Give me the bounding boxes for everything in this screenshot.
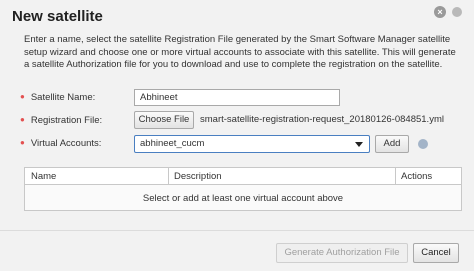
virtual-accounts-selected: abhineet_cucm bbox=[140, 138, 205, 149]
table-header: Name Description Actions bbox=[25, 168, 461, 185]
virtual-accounts-select[interactable]: abhineet_cucm bbox=[134, 135, 370, 153]
required-marker: ● bbox=[20, 115, 25, 124]
column-header-name[interactable]: Name bbox=[31, 171, 56, 182]
satellite-name-label: ● Satellite Name: bbox=[20, 92, 95, 103]
header-help-icon[interactable] bbox=[452, 7, 462, 17]
dialog-header: New satellite × bbox=[0, 0, 474, 30]
column-divider bbox=[395, 168, 396, 185]
registration-file-label: ● Registration File: bbox=[20, 115, 102, 126]
required-marker: ● bbox=[20, 138, 25, 147]
dialog-title: New satellite bbox=[12, 8, 103, 25]
description-line: a satellite Authorization file for you t… bbox=[24, 59, 443, 70]
virtual-accounts-table: Name Description Actions Select or add a… bbox=[24, 167, 462, 211]
help-icon[interactable] bbox=[418, 139, 428, 149]
satellite-name-input[interactable]: Abhineet bbox=[134, 89, 340, 106]
virtual-accounts-label-text: Virtual Accounts: bbox=[30, 138, 102, 149]
cancel-button[interactable]: Cancel bbox=[413, 243, 459, 263]
virtual-accounts-label: ● Virtual Accounts: bbox=[20, 138, 101, 149]
add-button[interactable]: Add bbox=[375, 135, 409, 153]
column-divider bbox=[168, 168, 169, 185]
column-header-actions[interactable]: Actions bbox=[401, 171, 432, 182]
required-marker: ● bbox=[20, 92, 25, 101]
selected-file-name: smart-satellite-registration-request_201… bbox=[200, 114, 444, 125]
registration-file-label-text: Registration File: bbox=[30, 115, 103, 126]
chevron-down-icon bbox=[355, 142, 363, 147]
generate-authorization-file-button[interactable]: Generate Authorization File bbox=[276, 243, 408, 263]
satellite-name-label-text: Satellite Name: bbox=[30, 92, 96, 103]
dialog-description: Enter a name, select the satellite Regis… bbox=[24, 34, 464, 72]
description-line: Enter a name, select the satellite Regis… bbox=[24, 34, 451, 45]
dialog-footer: Generate Authorization File Cancel bbox=[0, 230, 474, 271]
description-line: setup wizard and choose one or more virt… bbox=[24, 46, 456, 58]
table-empty-message: Select or add at least one virtual accou… bbox=[142, 193, 344, 204]
column-header-description[interactable]: Description bbox=[174, 171, 222, 182]
choose-file-button[interactable]: Choose File bbox=[134, 111, 194, 129]
new-satellite-dialog: New satellite × Enter a name, select the… bbox=[0, 0, 474, 271]
close-icon[interactable]: × bbox=[434, 6, 446, 18]
